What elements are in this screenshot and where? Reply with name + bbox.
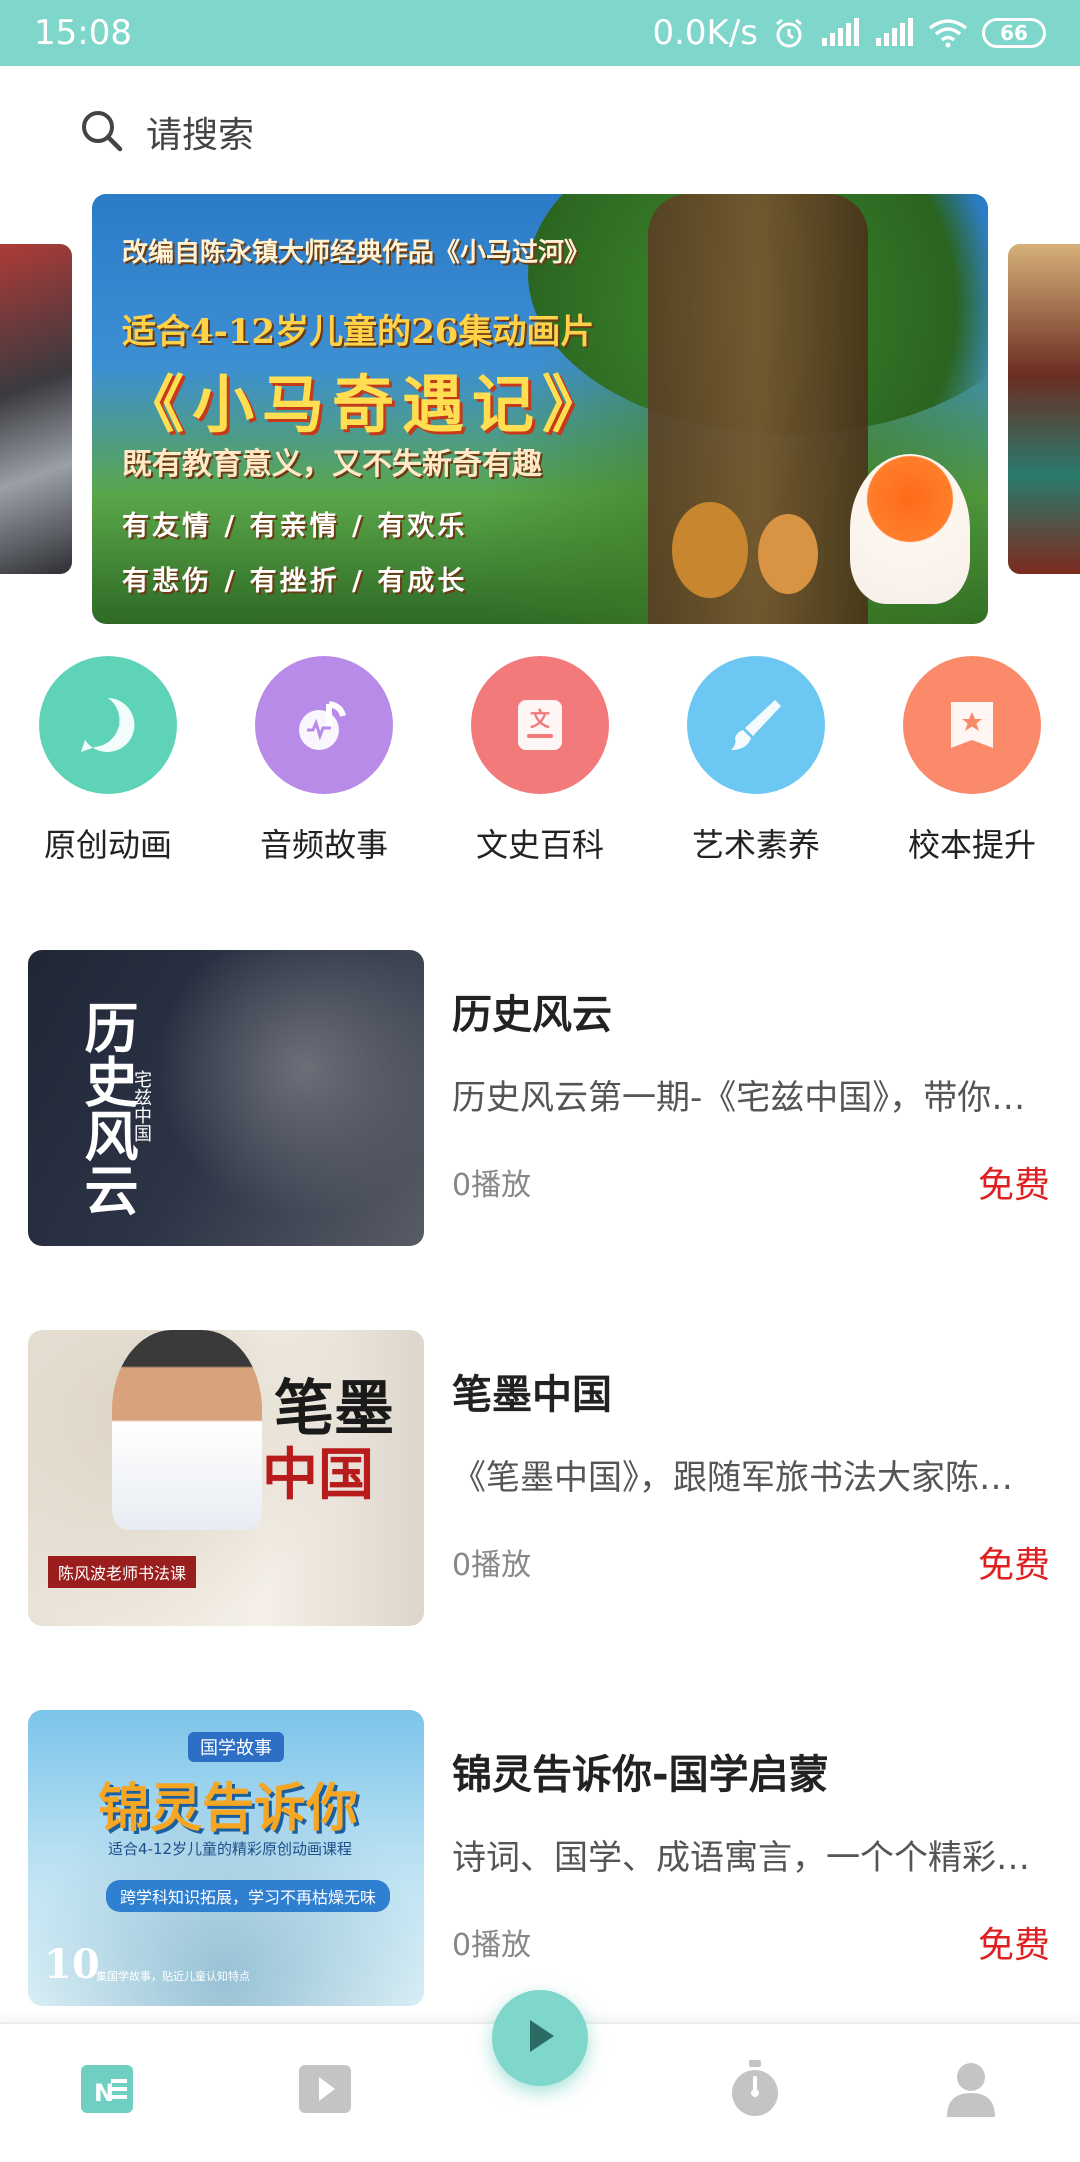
- status-time: 15:08: [34, 13, 132, 53]
- status-bar: 15:08 0.0K/s 66: [0, 0, 1080, 66]
- thumbnail-footnote: 集国学故事，贴近儿童认知特点: [96, 1970, 250, 1983]
- category-label: 艺术素养: [691, 826, 820, 864]
- category-school[interactable]: 校本提升: [882, 656, 1062, 866]
- signal-icon-2: [874, 18, 914, 48]
- thumbnail-badge: 国学故事: [188, 1732, 284, 1762]
- stopwatch-icon: [727, 2060, 783, 2122]
- banner-main[interactable]: 改编自陈永镇大师经典作品《小马过河》 适合4-12岁儿童的26集动画片 《小马奇…: [92, 194, 988, 624]
- battery-icon: 66: [982, 18, 1046, 48]
- play-icon: [522, 2016, 558, 2060]
- banner-carousel[interactable]: 改编自陈永镇大师经典作品《小马过河》 适合4-12岁儿童的26集动画片 《小马奇…: [0, 194, 1080, 626]
- thumbnail-episode-count: 10: [44, 1941, 100, 1988]
- course-title: 笔墨中国: [452, 1372, 612, 1418]
- course-item[interactable]: 笔墨 中国 陈风波老师书法课 笔墨中国 《笔墨中国》，跟随军旅书法大家陈风波老师…: [28, 1330, 1058, 1630]
- animation-play-icon: [39, 656, 177, 794]
- profile-icon: [945, 2061, 997, 2121]
- banner-tagline: 有悲伤 / 有挫折 / 有成长: [122, 566, 468, 597]
- course-title: 历史风云: [452, 992, 612, 1038]
- music-note-icon: [255, 656, 393, 794]
- thumbnail-ribbon: 陈风波老师书法课: [48, 1556, 197, 1588]
- category-label: 校本提升: [907, 826, 1036, 864]
- category-label: 文史百科: [475, 826, 604, 864]
- search-bar[interactable]: 请搜索: [78, 100, 978, 164]
- status-indicators: 0.0K/s 66: [652, 13, 1046, 53]
- document-icon: 文: [471, 656, 609, 794]
- course-thumbnail[interactable]: 国学故事 锦灵告诉你 适合4-12岁儿童的精彩原创动画课程 跨学科知识拓展，学习…: [28, 1710, 424, 2006]
- banner-caption: 改编自陈永镇大师经典作品《小马过河》: [122, 238, 591, 268]
- signal-icon: [820, 18, 860, 48]
- news-icon: N: [79, 2063, 135, 2119]
- thumbnail-calligraphy-red: 中国: [262, 1442, 374, 1508]
- category-art[interactable]: 艺术素养: [666, 656, 846, 866]
- banner-description: 既有教育意义，又不失新奇有趣: [122, 447, 542, 482]
- banner-prev[interactable]: [0, 244, 72, 574]
- course-play-count: 0播放: [452, 1928, 532, 1963]
- thumbnail-caption: 适合4-12岁儿童的精彩原创动画课程: [108, 1840, 353, 1858]
- nav-profile[interactable]: [936, 2056, 1006, 2126]
- paint-brush-icon: [687, 656, 825, 794]
- alarm-icon: [772, 16, 806, 50]
- svg-text:文: 文: [530, 707, 551, 731]
- star-book-icon: [903, 656, 1041, 794]
- course-price: 免费: [977, 1545, 1050, 1586]
- category-label: 原创动画: [43, 826, 172, 864]
- nav-timer[interactable]: [720, 2056, 790, 2126]
- course-play-count: 0播放: [452, 1548, 532, 1583]
- thumbnail-pill: 跨学科知识拓展，学习不再枯燥无味: [106, 1880, 391, 1912]
- svg-text:N: N: [94, 2079, 114, 2107]
- course-play-count: 0播放: [452, 1168, 532, 1203]
- search-input[interactable]: 请搜索: [146, 106, 254, 158]
- course-thumbnail[interactable]: 历史风云 宅兹中国: [28, 950, 424, 1246]
- nav-home[interactable]: N: [72, 2056, 142, 2126]
- course-price: 免费: [977, 1925, 1050, 1966]
- thumbnail-calligraphy: 锦灵告诉你: [98, 1778, 359, 1839]
- video-icon: [297, 2063, 353, 2119]
- banner-character: [758, 514, 818, 594]
- network-speed: 0.0K/s: [652, 13, 758, 53]
- course-title: 锦灵告诉你-国学启蒙: [452, 1752, 829, 1798]
- category-history[interactable]: 文 文史百科: [450, 656, 630, 866]
- course-description: 诗词、国学、成语寓言，一个个精彩的故事: [452, 1838, 1038, 1878]
- banner-title: 《小马奇遇记》: [122, 368, 613, 441]
- wifi-icon: [928, 18, 968, 48]
- thumbnail-subtitle: 宅兹中国: [131, 1070, 152, 1142]
- course-price: 免费: [977, 1165, 1050, 1206]
- course-description: 《笔墨中国》，跟随军旅书法大家陈风波老师学书法: [452, 1458, 1038, 1498]
- banner-character: [672, 502, 748, 598]
- course-thumbnail[interactable]: 笔墨 中国 陈风波老师书法课: [28, 1330, 424, 1626]
- category-audio[interactable]: 音频故事: [234, 656, 414, 866]
- search-icon: [78, 107, 124, 157]
- course-item[interactable]: 历史风云 宅兹中国 历史风云 历史风云第一期-《宅兹中国》，带你学习不一样的历史…: [28, 950, 1058, 1250]
- banner-subtitle: 适合4-12岁儿童的26集动画片: [122, 312, 595, 352]
- category-animation[interactable]: 原创动画: [18, 656, 198, 866]
- player-button[interactable]: [492, 1990, 588, 2086]
- nav-video[interactable]: [290, 2056, 360, 2126]
- category-nav: 原创动画 音频故事 文 文史百科 艺术素养 校本提升: [0, 656, 1080, 866]
- banner-pony-illustration: [850, 454, 970, 604]
- course-description: 历史风云第一期-《宅兹中国》，带你学习不一样的历史: [452, 1078, 1038, 1118]
- course-item[interactable]: 国学故事 锦灵告诉你 适合4-12岁儿童的精彩原创动画课程 跨学科知识拓展，学习…: [28, 1710, 1058, 2010]
- banner-tagline: 有友情 / 有亲情 / 有欢乐: [122, 511, 468, 542]
- category-label: 音频故事: [259, 826, 388, 864]
- thumbnail-portrait: [112, 1330, 262, 1530]
- banner-next[interactable]: [1008, 244, 1080, 574]
